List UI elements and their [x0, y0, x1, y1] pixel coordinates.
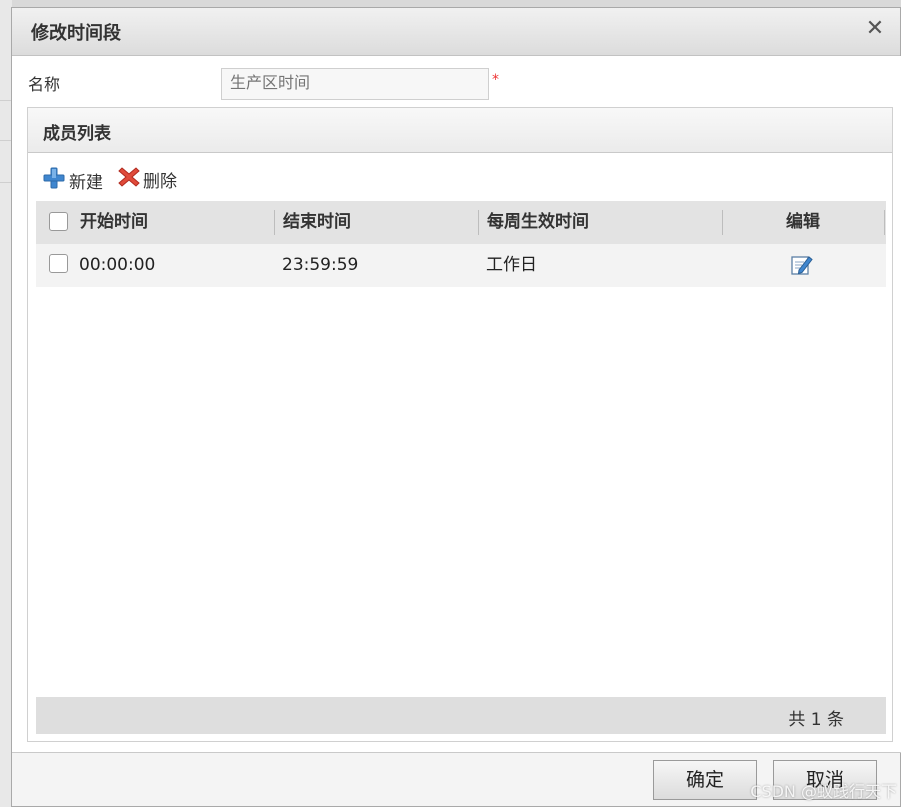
grid-header: 开始时间 结束时间 每周生效时间 编辑: [36, 201, 886, 244]
member-list-panel: 成员列表 新建 删除 开始时间 结束时间 每周生效时间 编辑 00:00:00 …: [27, 107, 893, 742]
column-divider: [722, 210, 723, 235]
dialog-titlebar: 修改时间段 ✕: [12, 8, 900, 56]
edit-icon[interactable]: [790, 253, 814, 281]
table-row[interactable]: 00:00:00 23:59:59 工作日: [36, 244, 886, 287]
new-button[interactable]: 新建: [42, 166, 103, 195]
csdn-watermark: CSDN @蚁践行天下: [750, 782, 897, 801]
column-divider: [274, 210, 275, 235]
required-mark: *: [492, 72, 499, 88]
grid-footer: 共 1 条: [36, 697, 886, 734]
weekly-cell: 工作日: [486, 255, 537, 275]
delete-x-icon: [118, 166, 143, 193]
edit-time-period-dialog: 修改时间段 ✕ 名称 * 成员列表 新建: [11, 7, 901, 807]
panel-header: 成员列表: [28, 108, 892, 153]
column-divider: [478, 210, 479, 235]
name-input[interactable]: [221, 68, 489, 100]
dialog-body: 名称 * 成员列表 新建: [12, 56, 901, 753]
dialog-title: 修改时间段: [31, 23, 121, 44]
delete-button[interactable]: 删除: [118, 166, 177, 193]
column-end-time[interactable]: 结束时间: [283, 201, 351, 244]
start-time-cell: 00:00:00: [79, 255, 156, 275]
confirm-button[interactable]: 确定: [653, 760, 757, 800]
row-checkbox[interactable]: [49, 254, 68, 273]
record-count: 共 1 条: [788, 710, 844, 730]
delete-label: 删除: [143, 172, 177, 192]
column-start-time[interactable]: 开始时间: [80, 201, 148, 244]
column-divider: [884, 210, 885, 235]
panel-title: 成员列表: [43, 124, 111, 144]
plus-icon: [42, 166, 69, 195]
column-weekly[interactable]: 每周生效时间: [487, 201, 589, 244]
name-label: 名称: [28, 75, 61, 94]
close-icon[interactable]: ✕: [864, 17, 886, 41]
new-label: 新建: [69, 173, 103, 193]
column-edit: 编辑: [786, 212, 820, 232]
end-time-cell: 23:59:59: [282, 255, 359, 275]
select-all-checkbox[interactable]: [49, 212, 68, 231]
